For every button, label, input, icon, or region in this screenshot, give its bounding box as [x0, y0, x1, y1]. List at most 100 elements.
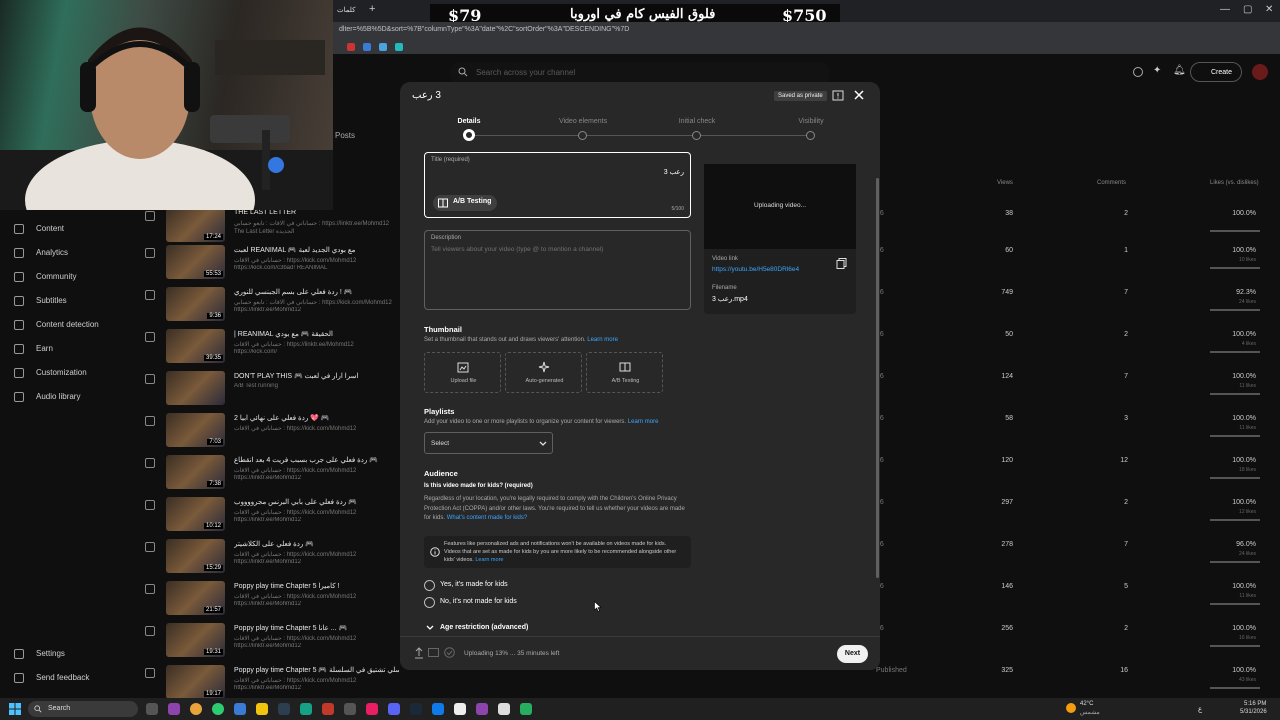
- app-icon[interactable]: [300, 703, 312, 715]
- app-icon[interactable]: [234, 703, 246, 715]
- weather-temp[interactable]: 42°C: [1080, 701, 1093, 707]
- bookmark-icon[interactable]: [363, 43, 371, 51]
- video-thumbnail[interactable]: 17:24: [166, 208, 225, 242]
- step-video-elements[interactable]: Video elements: [543, 118, 623, 125]
- row-checkbox[interactable]: [145, 332, 155, 342]
- taskbar-search[interactable]: Search: [28, 701, 138, 717]
- bookmark-icon[interactable]: [379, 43, 387, 51]
- video-thumbnail[interactable]: 15:29: [166, 539, 225, 573]
- video-title[interactable]: ردة فعلي على الكلاشيتر 🎮: [234, 540, 399, 548]
- tab-posts[interactable]: Posts: [335, 131, 355, 140]
- channel-search-input[interactable]: Search across your channel: [450, 62, 830, 84]
- video-thumbnail[interactable]: 55:53: [166, 245, 225, 279]
- help-icon[interactable]: [1133, 67, 1143, 77]
- made-for-kids-no-radio[interactable]: [424, 597, 435, 608]
- row-checkbox[interactable]: [145, 248, 155, 258]
- row-checkbox[interactable]: [145, 416, 155, 426]
- discord-icon[interactable]: [388, 703, 400, 715]
- app-icon[interactable]: [498, 703, 510, 715]
- video-thumbnail[interactable]: 7:03: [166, 413, 225, 447]
- video-thumbnail[interactable]: 19:31: [166, 623, 225, 657]
- video-thumbnail[interactable]: 9:36: [166, 287, 225, 321]
- create-button[interactable]: Create: [1190, 62, 1242, 82]
- ab-testing-chip[interactable]: A/B Testing: [433, 195, 498, 211]
- app-icon[interactable]: [520, 703, 532, 715]
- learn-more-link[interactable]: Learn more: [475, 557, 503, 563]
- document-icon[interactable]: [454, 703, 466, 715]
- row-checkbox[interactable]: [145, 668, 155, 678]
- bell-icon[interactable]: 🔔︎: [1173, 65, 1186, 76]
- row-checkbox[interactable]: [145, 374, 155, 384]
- video-title[interactable]: | REANIMAL الحقيقة 🎮 مع بودي: [234, 330, 399, 338]
- row-checkbox[interactable]: [145, 500, 155, 510]
- task-view-icon[interactable]: [146, 703, 158, 715]
- video-thumbnail[interactable]: 7:38: [166, 455, 225, 489]
- scrollbar[interactable]: [876, 178, 879, 578]
- sidebar-item-community[interactable]: Community: [14, 272, 76, 282]
- clock-time[interactable]: 5:16 PM: [1244, 701, 1266, 707]
- ab-testing-thumbnail-button[interactable]: A/B Testing: [586, 352, 663, 393]
- video-link[interactable]: https://youtu.be/H5e80DRl6e4: [712, 266, 799, 273]
- learn-more-link[interactable]: Learn more: [587, 337, 618, 343]
- bookmark-icon[interactable]: [347, 43, 355, 51]
- chevron-down-icon[interactable]: [426, 625, 434, 631]
- sidebar-item-audio-library[interactable]: Audio library: [14, 392, 80, 402]
- description-field[interactable]: Description Tell viewers about your vide…: [424, 230, 691, 310]
- step-details[interactable]: Details: [429, 118, 509, 125]
- row-checkbox[interactable]: [145, 458, 155, 468]
- report-icon[interactable]: [832, 90, 844, 102]
- sparkle-icon[interactable]: ✦: [1153, 65, 1161, 76]
- row-checkbox[interactable]: [145, 290, 155, 300]
- copy-icon[interactable]: [836, 258, 847, 269]
- app-icon[interactable]: [278, 703, 290, 715]
- step-initial-check[interactable]: Initial check: [657, 118, 737, 125]
- upload-thumbnail-button[interactable]: Upload file: [424, 352, 501, 393]
- browser-icon[interactable]: [212, 703, 224, 715]
- steam-icon[interactable]: [410, 703, 422, 715]
- minimize-icon[interactable]: —: [1220, 4, 1230, 15]
- column-header-likes[interactable]: Likes (vs. dislikes): [1210, 180, 1259, 186]
- made-for-kids-yes-radio[interactable]: [424, 580, 435, 591]
- sidebar-item-analytics[interactable]: Analytics: [14, 248, 68, 258]
- app-icon[interactable]: [476, 703, 488, 715]
- video-title[interactable]: ردة فعلي على بسم الجبنسي للنوري ! 🎮: [234, 288, 399, 296]
- video-title[interactable]: Poppy play time Chapter 5 عانا ... 🎮: [234, 624, 399, 632]
- video-thumbnail[interactable]: 39:35: [166, 329, 225, 363]
- sidebar-item-feedback[interactable]: Send feedback: [14, 673, 89, 683]
- video-title[interactable]: ردة فعلي على بابي البرنس مجرووووب 🎮: [234, 498, 399, 506]
- windows-start-icon[interactable]: [9, 703, 21, 715]
- bookmark-icon[interactable]: [395, 43, 403, 51]
- video-title[interactable]: Poppy play time Chapter 5 🎮 الأسلي تشتيق…: [234, 666, 399, 674]
- row-checkbox[interactable]: [145, 626, 155, 636]
- title-field[interactable]: Title (required) 3 رعب A/B Testing 5/100: [424, 152, 691, 218]
- sidebar-item-subtitles[interactable]: Subtitles: [14, 296, 67, 306]
- made-for-kids-no-label[interactable]: No, it's not made for kids: [440, 598, 517, 605]
- window-close-icon[interactable]: ✕: [1265, 4, 1273, 15]
- app-icon[interactable]: [344, 703, 356, 715]
- row-checkbox[interactable]: [145, 584, 155, 594]
- avatar[interactable]: [1252, 64, 1268, 80]
- address-bar[interactable]: dlter=%5B%5D&sort=%7B"columnType"%3A"dat…: [333, 22, 1280, 40]
- chrome-icon[interactable]: [190, 703, 202, 715]
- maximize-icon[interactable]: ▢: [1243, 4, 1252, 15]
- app-icon[interactable]: [322, 703, 334, 715]
- app-icon[interactable]: [432, 703, 444, 715]
- column-header-views[interactable]: Views: [997, 180, 1013, 186]
- column-header-comments[interactable]: Comments: [1097, 180, 1126, 186]
- learn-more-link[interactable]: Learn more: [628, 419, 659, 425]
- video-title[interactable]: ردة فعلي على جرب بسبب فريت 4 بعد انقطاع …: [234, 456, 399, 464]
- video-thumbnail[interactable]: 19:17: [166, 665, 225, 699]
- video-title[interactable]: لعبت REANIMAL 🎮 مع بودي الجديد لعبة: [234, 246, 399, 254]
- video-thumbnail[interactable]: [166, 371, 225, 405]
- video-title[interactable]: Poppy play time Chapter 5 كاميرا !: [234, 582, 399, 590]
- video-title[interactable]: 2 ردة فعلي على نهائي ابيا 💖 🎮: [234, 414, 399, 422]
- folder-icon[interactable]: [256, 703, 268, 715]
- language-indicator[interactable]: ع: [1198, 705, 1202, 713]
- app-icon[interactable]: [168, 703, 180, 715]
- row-checkbox[interactable]: [145, 542, 155, 552]
- video-thumbnail[interactable]: 21:57: [166, 581, 225, 615]
- made-for-kids-yes-label[interactable]: Yes, it's made for kids: [440, 581, 508, 588]
- video-title[interactable]: DON'T PLAY THIS 🎮 اسرا ارار في لعبت: [234, 372, 399, 380]
- playlist-select[interactable]: Select: [424, 432, 553, 454]
- row-checkbox[interactable]: [145, 211, 155, 221]
